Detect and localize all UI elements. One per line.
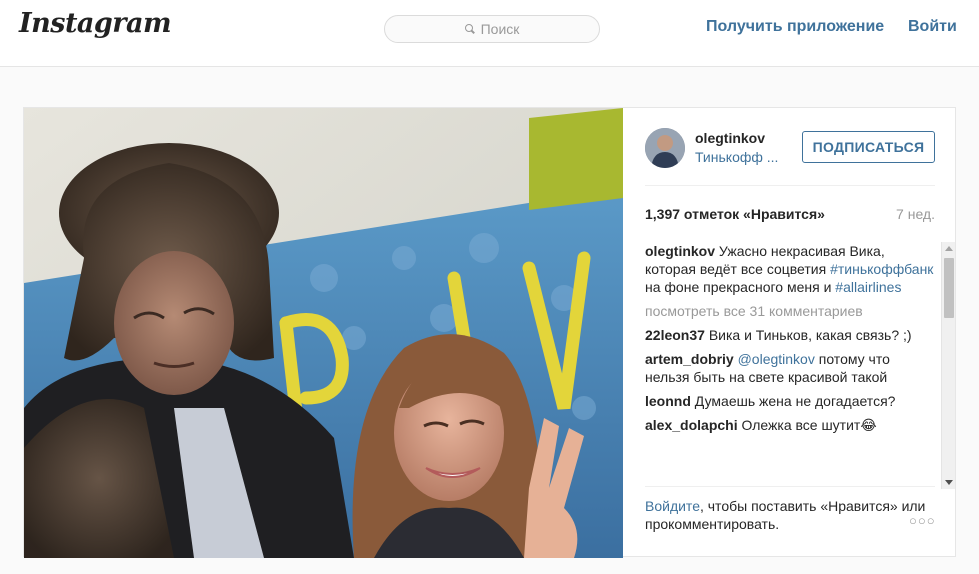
- comment-text: Вика и Тиньков, какая связь? ;): [708, 327, 912, 343]
- comments-list: olegtinkov Ужасно некрасивая Вика, котор…: [645, 242, 937, 490]
- comment-text: Думаешь жена не догадается?: [694, 393, 896, 409]
- comment: leonnd Думаешь жена не догадается?: [645, 392, 937, 410]
- post-sidebar: olegtinkov Тинькофф ... ПОДПИСАТЬСЯ 1,39…: [623, 108, 957, 558]
- scroll-thumb[interactable]: [944, 258, 954, 318]
- more-options-icon[interactable]: ○○○: [909, 513, 936, 528]
- comment-text: Олежка все шутит😂: [741, 417, 877, 433]
- post-card: olegtinkov Тинькофф ... ПОДПИСАТЬСЯ 1,39…: [23, 107, 957, 558]
- author-fullname[interactable]: Тинькофф ...: [695, 149, 778, 165]
- comment-username[interactable]: leonnd: [645, 393, 691, 409]
- login-prompt: Войдите, чтобы поставить «Нравится» или …: [645, 486, 935, 533]
- post-meta: 1,397 отметок «Нравится» 7 нед.: [645, 206, 935, 226]
- follow-button[interactable]: ПОДПИСАТЬСЯ: [802, 131, 935, 163]
- search-box[interactable]: Поиск: [384, 15, 600, 43]
- avatar[interactable]: [645, 128, 685, 168]
- selfie-photo: [24, 108, 623, 558]
- hashtag-link[interactable]: #allairlines: [835, 279, 901, 295]
- scroll-down-arrow-icon[interactable]: [945, 480, 953, 485]
- post-header: olegtinkov Тинькофф ... ПОДПИСАТЬСЯ: [645, 108, 935, 186]
- comment-username[interactable]: olegtinkov: [645, 243, 715, 259]
- search-placeholder: Поиск: [480, 21, 520, 37]
- comment-username[interactable]: 22leon37: [645, 327, 705, 343]
- comment: artem_dobriy @olegtinkov потому что нель…: [645, 350, 937, 386]
- hashtag-link[interactable]: #тинькоффбанк: [830, 261, 933, 277]
- likes-count[interactable]: 1,397 отметок «Нравится»: [645, 206, 825, 222]
- caption-text: на фоне прекрасного меня и: [645, 279, 832, 295]
- comment: 22leon37 Вика и Тиньков, какая связь? ;): [645, 326, 937, 344]
- instagram-logo[interactable]: Instagram: [19, 8, 172, 39]
- post-photo[interactable]: [24, 108, 623, 558]
- login-link[interactable]: Войти: [908, 18, 957, 36]
- view-all-comments-link[interactable]: посмотреть все 31 комментариев: [645, 302, 937, 320]
- mention-link[interactable]: @olegtinkov: [738, 351, 815, 367]
- get-app-link[interactable]: Получить приложение: [706, 18, 884, 36]
- post-age[interactable]: 7 нед.: [896, 206, 935, 222]
- top-bar: Instagram Поиск Получить приложение Войт…: [0, 0, 979, 67]
- scroll-up-arrow-icon[interactable]: [945, 246, 953, 251]
- avatar-image: [645, 128, 685, 168]
- comment-username[interactable]: artem_dobriy: [645, 351, 734, 367]
- login-prompt-link[interactable]: Войдите: [645, 498, 700, 514]
- comments-scrollbar[interactable]: [941, 242, 955, 489]
- comment: alex_dolapchi Олежка все шутит😂: [645, 416, 937, 434]
- author-username[interactable]: olegtinkov: [695, 130, 765, 146]
- search-icon: [464, 24, 475, 34]
- caption: olegtinkov Ужасно некрасивая Вика, котор…: [645, 242, 937, 296]
- comment-username[interactable]: alex_dolapchi: [645, 417, 738, 433]
